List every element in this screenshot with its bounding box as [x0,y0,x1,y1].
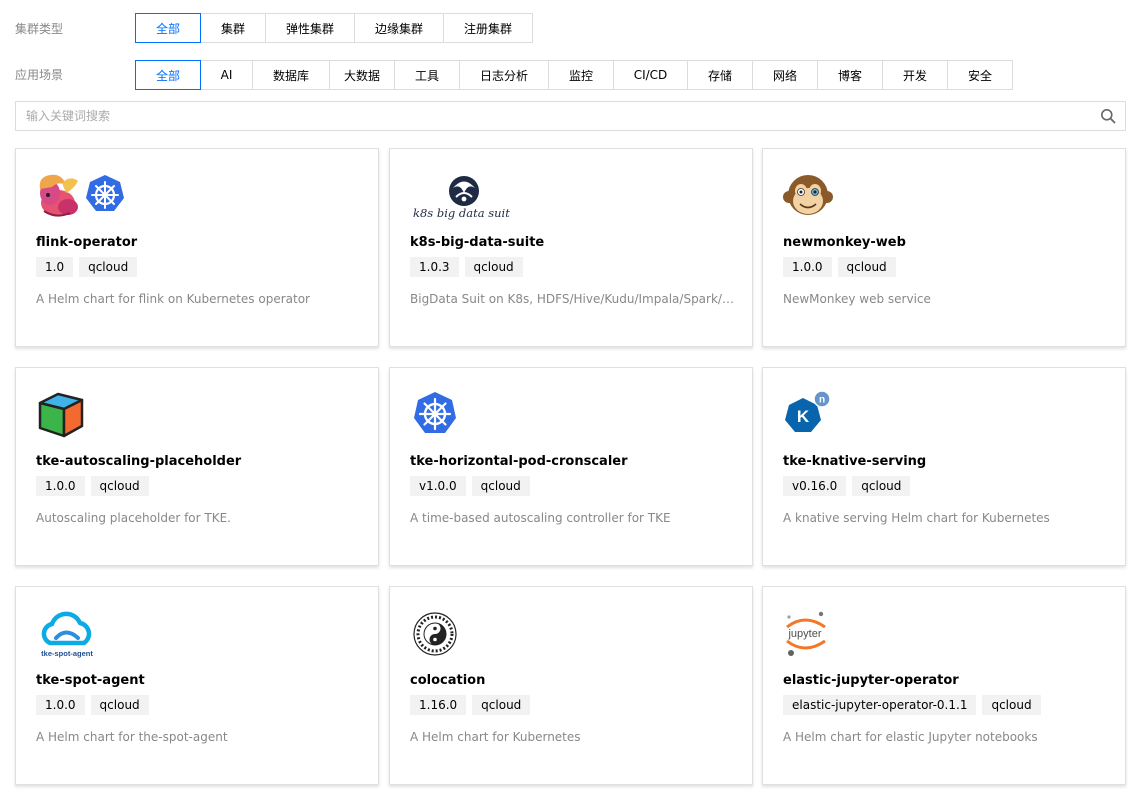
cluster-type-option-edge[interactable]: 边缘集群 [354,13,444,43]
cluster-type-option-cluster[interactable]: 集群 [200,13,266,43]
scenario-option-cicd[interactable]: CI/CD [613,60,688,90]
card-title: colocation [410,673,486,688]
scenario-option-log-analysis[interactable]: 日志分析 [459,60,549,90]
card-description: A Helm chart for elastic Jupyter noteboo… [783,730,1038,744]
chart-card-elastic-jupyter-operator[interactable]: jupyter elastic-jupyter-operator elastic… [762,586,1126,785]
chart-card-flink-operator[interactable]: flink-operator 1.0 qcloud A Helm chart f… [15,148,379,347]
search-icon[interactable] [1100,108,1116,124]
card-tags: 1.0.0 qcloud [783,257,902,277]
search-box [15,101,1126,131]
scenario-option-database[interactable]: 数据库 [252,60,330,90]
card-description: A knative serving Helm chart for Kuberne… [783,511,1050,525]
card-tags: 1.0.0 qcloud [36,476,155,496]
jupyter-icon: jupyter [783,609,833,659]
card-title: newmonkey-web [783,235,906,250]
card-description: A time-based autoscaling controller for … [410,511,671,525]
card-tags: 1.0 qcloud [36,257,143,277]
card-title: tke-autoscaling-placeholder [36,454,242,469]
chart-card-tke-knative-serving[interactable]: K n tke-knative-serving v0.16.0 qcloud A… [762,367,1126,566]
card-description: A Helm chart for the-spot-agent [36,730,228,744]
scenario-label: 应用场景 [15,68,64,82]
scenario-segment: 全部 AI 数据库 大数据 工具 日志分析 监控 CI/CD 存储 网络 博客 … [135,60,1013,90]
scenario-option-storage[interactable]: 存储 [687,60,753,90]
scenario-option-ai[interactable]: AI [200,60,253,90]
card-title: tke-spot-agent [36,673,145,688]
card-title: flink-operator [36,235,138,250]
source-tag: qcloud [90,476,149,496]
chart-card-newmonkey-web[interactable]: newmonkey-web 1.0.0 qcloud NewMonkey web… [762,148,1126,347]
chart-card-colocation[interactable]: colocation 1.16.0 qcloud A Helm chart fo… [389,586,753,785]
cluster-type-option-elastic[interactable]: 弹性集群 [265,13,355,43]
yin-yang-icon [410,609,460,659]
scenario-option-dev[interactable]: 开发 [882,60,948,90]
source-tag: qcloud [79,257,138,277]
card-title: k8s-big-data-suite [410,235,545,250]
version-tag: 1.16.0 [410,695,467,715]
source-tag: qcloud [471,476,530,496]
chart-card-tke-autoscaling-placeholder[interactable]: tke-autoscaling-placeholder 1.0.0 qcloud… [15,367,379,566]
source-tag: qcloud [464,257,523,277]
card-description: NewMonkey web service [783,292,931,306]
source-tag: qcloud [852,476,911,496]
version-tag: elastic-jupyter-operator-0.1.1 [783,695,977,715]
card-tags: 1.16.0 qcloud [410,695,536,715]
kubernetes-icon [410,390,460,440]
knative-icon: K n [783,390,833,440]
card-title: tke-knative-serving [783,454,927,469]
card-tags: elastic-jupyter-operator-0.1.1 qcloud [783,695,1047,715]
cluster-type-option-all[interactable]: 全部 [135,13,201,43]
card-tags: 1.0.3 qcloud [410,257,529,277]
card-description: BigData Suit on K8s, HDFS/Hive/Kudu/Impa… [410,292,735,306]
scenario-option-bigdata[interactable]: 大数据 [329,60,395,90]
source-tag: qcloud [837,257,896,277]
knative-letter: K [797,407,810,426]
monkey-icon [783,171,833,221]
cube-icon [36,390,86,440]
flink-kubernetes-icon [36,171,128,221]
card-description: A Helm chart for Kubernetes [410,730,581,744]
scenario-option-tools[interactable]: 工具 [394,60,460,90]
version-tag: 1.0.0 [36,695,85,715]
version-tag: 1.0 [36,257,74,277]
card-tags: v0.16.0 qcloud [783,476,916,496]
card-description: Autoscaling placeholder for TKE. [36,511,231,525]
card-tags: 1.0.0 qcloud [36,695,155,715]
cluster-type-segment: 全部 集群 弹性集群 边缘集群 注册集群 [135,13,533,43]
version-tag: v1.0.0 [410,476,466,496]
k8s-big-data-logo-text: k8s big data suite [413,206,510,220]
card-description: A Helm chart for flink on Kubernetes ope… [36,292,310,306]
version-tag: 1.0.3 [410,257,459,277]
source-tag: qcloud [982,695,1041,715]
cluster-type-label: 集群类型 [15,22,64,36]
source-tag: qcloud [90,695,149,715]
scenario-option-security[interactable]: 安全 [947,60,1013,90]
search-input[interactable] [16,102,1086,130]
cluster-type-option-registered[interactable]: 注册集群 [443,13,533,43]
card-tags: v1.0.0 qcloud [410,476,536,496]
source-tag: qcloud [472,695,531,715]
spot-agent-cloud-icon: tke-spot-agent [36,609,98,659]
chart-card-tke-spot-agent[interactable]: tke-spot-agent tke-spot-agent 1.0.0 qclo… [15,586,379,785]
scenario-option-blog[interactable]: 博客 [817,60,883,90]
version-tag: 1.0.0 [783,257,832,277]
version-tag: v0.16.0 [783,476,847,496]
scenario-option-network[interactable]: 网络 [752,60,818,90]
card-title: elastic-jupyter-operator [783,673,959,688]
scenario-option-monitoring[interactable]: 监控 [548,60,614,90]
knative-badge: n [819,395,825,406]
spot-agent-logo-text: tke-spot-agent [41,649,93,658]
scenario-option-all[interactable]: 全部 [135,60,201,90]
version-tag: 1.0.0 [36,476,85,496]
k8s-big-data-suite-logo: k8s big data suite [410,171,510,221]
jupyter-logo-text: jupyter [787,628,821,640]
card-title: tke-horizontal-pod-cronscaler [410,454,628,469]
chart-card-k8s-big-data-suite[interactable]: k8s big data suite k8s-big-data-suite 1.… [389,148,753,347]
chart-card-tke-horizontal-pod-cronscaler[interactable]: tke-horizontal-pod-cronscaler v1.0.0 qcl… [389,367,753,566]
